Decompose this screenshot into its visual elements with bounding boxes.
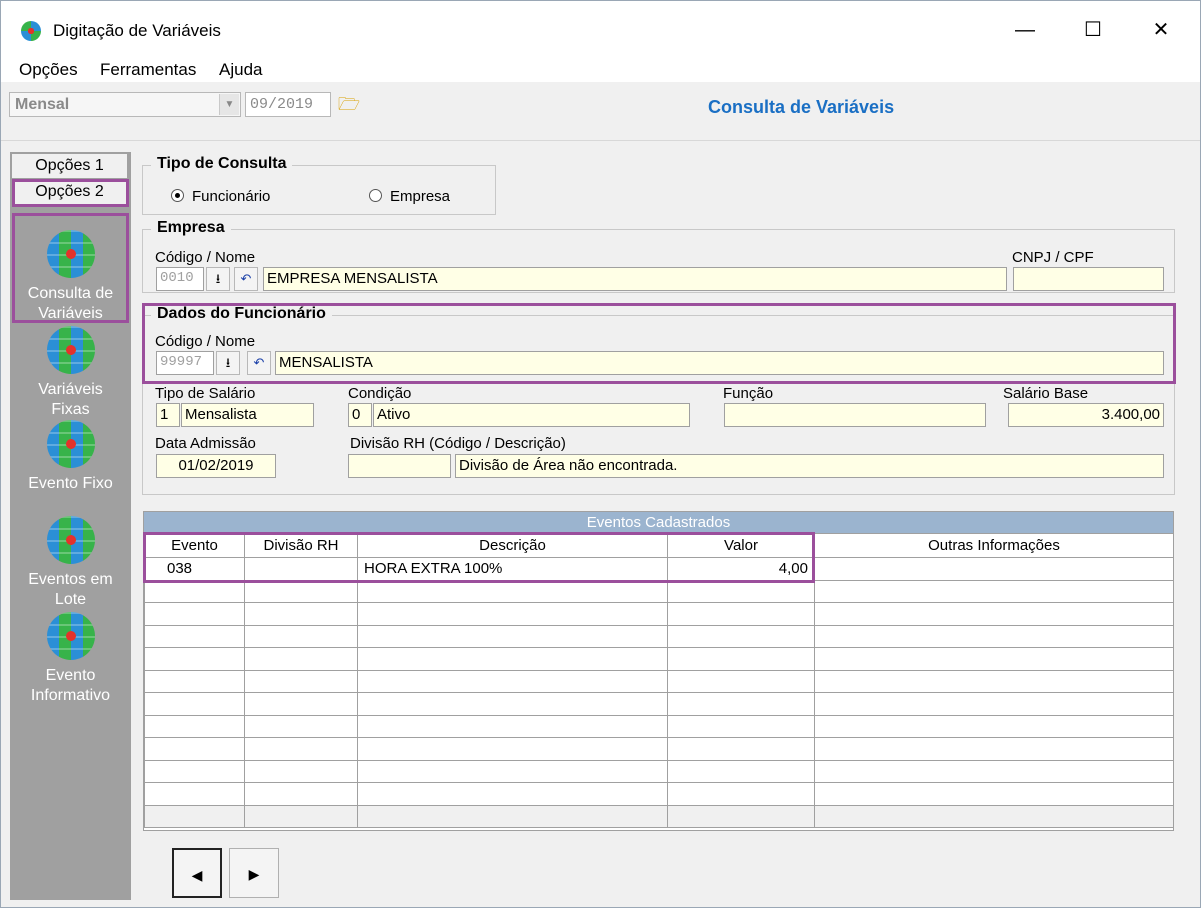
- empresa-name-field[interactable]: EMPRESA MENSALISTA: [263, 267, 1007, 291]
- minimize-button[interactable]: —: [1005, 15, 1045, 45]
- sidebar-item-label: Evento: [45, 667, 96, 684]
- period-input[interactable]: 09/2019: [245, 92, 331, 117]
- empresa-code-field[interactable]: 0010: [156, 267, 204, 291]
- radio-label: Funcionário: [192, 188, 271, 205]
- tipo-consulta-group: Tipo de Consulta Funcionário Empresa: [142, 155, 496, 215]
- sidebar-item-label: Fixas: [51, 401, 90, 418]
- radio-checked-icon: [171, 189, 184, 202]
- funcao-label: Função: [723, 385, 774, 402]
- table-row[interactable]: [144, 647, 1174, 671]
- table-row[interactable]: [144, 714, 1174, 738]
- menu-ferramentas[interactable]: Ferramentas: [100, 60, 196, 80]
- highlight-box: [12, 213, 129, 323]
- sidebar-item-label: Informativo: [30, 687, 111, 704]
- next-button[interactable]: ▶: [229, 848, 279, 898]
- period-type-value: Mensal: [15, 96, 70, 113]
- empresa-title: Empresa: [151, 219, 231, 237]
- undo-icon[interactable]: ↶: [234, 267, 258, 291]
- table-row[interactable]: [144, 759, 1174, 783]
- highlight-box: [143, 532, 815, 583]
- funcao-field[interactable]: [724, 403, 986, 427]
- globe-icon: [46, 516, 95, 564]
- table-row[interactable]: [144, 602, 1174, 626]
- divisao-label: Divisão RH (Código / Descrição): [350, 435, 566, 452]
- radio-unchecked-icon: [369, 189, 382, 202]
- chevron-down-icon[interactable]: ▼: [219, 94, 239, 115]
- sidebar-item-variaveis-fixas[interactable]: Variáveis Fixas: [10, 326, 131, 420]
- empresa-code-label: Código / Nome: [155, 249, 256, 266]
- radio-empresa[interactable]: Empresa: [369, 188, 450, 205]
- highlight-box: [142, 303, 1176, 384]
- divisao-desc-field[interactable]: Divisão de Área não encontrada.: [455, 454, 1164, 478]
- globe-icon: [46, 420, 95, 468]
- close-button[interactable]: ✕: [1141, 15, 1181, 45]
- app-logo-icon: [21, 21, 41, 41]
- table-row[interactable]: [144, 692, 1174, 716]
- table-row[interactable]: [144, 579, 1174, 603]
- page-title: Consulta de Variáveis: [708, 97, 895, 117]
- sidebar-item-eventos-lote[interactable]: Eventos em Lote: [10, 516, 131, 610]
- highlight-box: [12, 179, 129, 207]
- admissao-field[interactable]: 01/02/2019: [156, 454, 276, 478]
- main-window: Digitação de Variáveis — ☐ ✕ Opções Ferr…: [0, 0, 1201, 908]
- salario-base-field[interactable]: 3.400,00: [1008, 403, 1164, 427]
- tipo-salario-label: Tipo de Salário: [155, 385, 256, 402]
- condicao-field[interactable]: Ativo: [373, 403, 690, 427]
- download-icon[interactable]: ⭳: [206, 267, 230, 291]
- eventos-caption: Eventos Cadastrados: [144, 512, 1173, 533]
- table-footer-row: [144, 804, 1174, 828]
- sidebar-item-label: Variáveis: [38, 381, 103, 398]
- cnpj-label: CNPJ / CPF: [1012, 249, 1094, 266]
- cell-outras[interactable]: [814, 557, 1174, 581]
- tipo-salario-field[interactable]: Mensalista: [181, 403, 314, 427]
- sidebar-item-label: Lote: [54, 591, 87, 608]
- radio-funcionario[interactable]: Funcionário: [171, 188, 270, 205]
- table-row[interactable]: [144, 624, 1174, 648]
- salario-base-label: Salário Base: [1003, 385, 1089, 402]
- sidebar-item-label: Evento Fixo: [28, 475, 113, 492]
- condicao-label: Condição: [348, 385, 412, 402]
- sidebar-item-label: Eventos em: [28, 571, 113, 588]
- period-type-select[interactable]: Mensal ▼: [9, 92, 241, 117]
- menu-ajuda[interactable]: Ajuda: [219, 60, 262, 80]
- globe-icon: [46, 612, 95, 660]
- column-header-outras[interactable]: Outras Informações: [814, 533, 1174, 558]
- maximize-button[interactable]: ☐: [1073, 15, 1113, 45]
- menu-opcoes[interactable]: Opções: [19, 60, 78, 80]
- globe-icon: [46, 326, 95, 374]
- table-row[interactable]: [144, 737, 1174, 761]
- table-row[interactable]: [144, 782, 1174, 806]
- condicao-code-field[interactable]: 0: [348, 403, 372, 427]
- previous-button[interactable]: ◀: [172, 848, 222, 898]
- radio-label: Empresa: [390, 188, 451, 205]
- tipo-salario-code-field[interactable]: 1: [156, 403, 180, 427]
- divisao-code-field[interactable]: [348, 454, 451, 478]
- window-title: Digitação de Variáveis: [53, 21, 221, 40]
- toolbar: Mensal ▼ 09/2019 🗁 Consulta de Variáveis: [1, 83, 1200, 141]
- tab-opcoes-1[interactable]: Opções 1: [12, 154, 127, 178]
- cnpj-field[interactable]: [1013, 267, 1164, 291]
- title-bar: Digitação de Variáveis — ☐ ✕: [1, 1, 1200, 59]
- admissao-label: Data Admissão: [155, 435, 256, 452]
- table-row[interactable]: [144, 669, 1174, 693]
- sidebar-item-evento-fixo[interactable]: Evento Fixo: [10, 420, 131, 494]
- menu-bar: Opções Ferramentas Ajuda: [1, 56, 1200, 82]
- tipo-consulta-title: Tipo de Consulta: [151, 155, 293, 173]
- sidebar-item-evento-informativo[interactable]: Evento Informativo: [10, 612, 131, 706]
- folder-open-icon[interactable]: 🗁: [334, 91, 364, 118]
